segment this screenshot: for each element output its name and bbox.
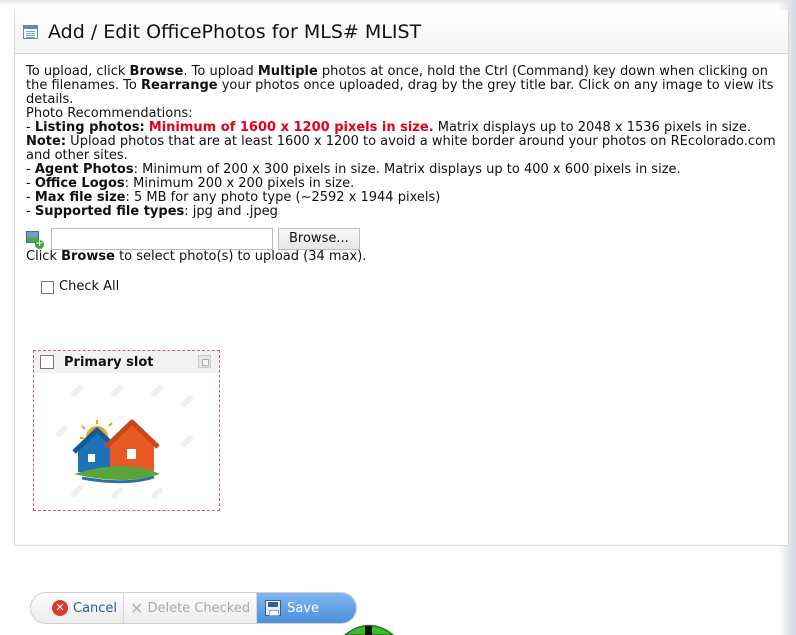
dialog-title: Add / Edit OfficePhotos for MLS# MLIST [48, 20, 422, 43]
cancel-label: Cancel [73, 600, 118, 616]
cancel-icon: ✕ [52, 600, 68, 616]
check-all-label[interactable]: Check All [59, 280, 119, 294]
top-shadow [0, 0, 796, 6]
upload-row: + Browse... [26, 228, 777, 250]
table-icon [23, 24, 38, 39]
add-photo-icon[interactable]: + [26, 231, 44, 249]
cursor-icon [343, 624, 395, 635]
check-all-row: Check All [41, 280, 777, 294]
photo-dialog: Add / Edit OfficePhotos for MLS# MLIST T… [14, 10, 789, 546]
slot-checkbox[interactable] [40, 355, 54, 369]
slot-label: Primary slot [64, 354, 154, 370]
recommendations-heading: Photo Recommendations: [26, 106, 193, 121]
check-all-checkbox[interactable] [41, 280, 54, 294]
cancel-button[interactable]: ✕ Cancel [31, 593, 125, 623]
upload-instructions: To upload, click Browse. To upload Multi… [26, 64, 774, 107]
dialog-header: Add / Edit OfficePhotos for MLS# MLIST [15, 10, 788, 54]
agent-photos-rec: - Agent Photos: Minimum of 200 x 300 pix… [26, 162, 681, 177]
browse-button[interactable]: Browse... [278, 228, 360, 250]
listing-photos-rec: - Listing photos: Minimum of 1600 x 1200… [26, 120, 776, 163]
delete-checked-button[interactable]: ✕ Delete Checked [124, 593, 258, 623]
save-label: Save [287, 600, 319, 616]
max-file-size-rec: - Max file size: 5 MB for any photo type… [26, 190, 441, 205]
delete-icon: ✕ [130, 598, 144, 618]
file-types-rec: - Supported file types: jpg and .jpeg [26, 204, 278, 219]
delete-checked-label: Delete Checked [147, 600, 251, 616]
dialog-body: To upload, click Browse. To upload Multi… [15, 54, 788, 294]
office-logos-rec: - Office Logos: Minimum 200 x 200 pixels… [26, 176, 355, 191]
photo-slot[interactable]: Primary slot [33, 350, 220, 511]
expand-icon[interactable] [198, 355, 211, 368]
save-button[interactable]: Save [257, 593, 356, 623]
save-icon [265, 600, 282, 616]
office-logo-image[interactable] [34, 374, 219, 510]
file-path-input[interactable] [51, 228, 273, 250]
upload-hint: Click Browse to select photo(s) to uploa… [26, 249, 367, 264]
action-button-bar: ✕ Cancel ✕ Delete Checked Save [30, 592, 357, 624]
photo-slot-title-bar[interactable]: Primary slot [34, 351, 219, 373]
